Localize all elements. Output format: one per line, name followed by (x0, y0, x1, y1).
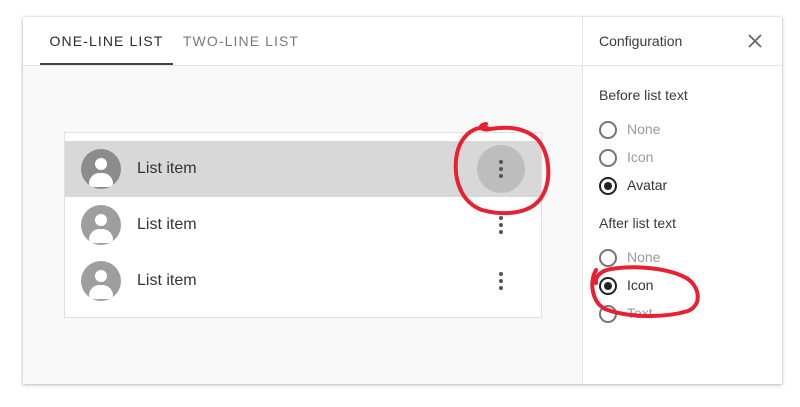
after-none-radio[interactable]: None (599, 246, 769, 270)
list-item[interactable]: List item (65, 197, 541, 253)
radio-label: Icon (627, 277, 654, 293)
after-text-radio[interactable]: Text (599, 302, 769, 326)
tab-label: ONE-LINE LIST (49, 33, 164, 49)
radio-label: Avatar (627, 177, 668, 193)
radio-label: Text (627, 305, 653, 321)
radio-button[interactable] (599, 249, 617, 267)
before-none-radio[interactable]: None (599, 118, 769, 142)
radio-button[interactable] (599, 277, 617, 295)
radio-button[interactable] (599, 305, 617, 323)
list-item-label: List item (137, 272, 197, 289)
list-item-label: List item (137, 216, 197, 233)
configuration-panel: Configuration Before list text None Icon… (582, 17, 782, 384)
active-tab-indicator (40, 63, 173, 65)
more-vert-icon[interactable] (477, 201, 525, 249)
after-list-text-heading: After list text (599, 215, 677, 231)
person-icon (81, 149, 121, 189)
demo-area: ONE-LINE LIST TWO-LINE LIST List item Li… (23, 17, 582, 384)
before-icon-radio[interactable]: Icon (599, 146, 769, 170)
radio-button[interactable] (599, 121, 617, 139)
list-item[interactable]: List item (65, 253, 541, 309)
more-vert-icon[interactable] (477, 257, 525, 305)
person-icon (81, 205, 121, 245)
tab-bar: ONE-LINE LIST TWO-LINE LIST (23, 17, 582, 66)
after-icon-radio[interactable]: Icon (599, 274, 769, 298)
list-item-label: List item (137, 160, 197, 177)
tab-two-line-list[interactable]: TWO-LINE LIST (173, 17, 309, 65)
radio-button[interactable] (599, 149, 617, 167)
close-icon[interactable] (743, 29, 767, 53)
radio-label: Icon (627, 149, 654, 165)
before-avatar-radio[interactable]: Avatar (599, 174, 769, 198)
list: List item List item List item (64, 132, 542, 318)
list-item[interactable]: List item (65, 141, 541, 197)
more-vert-icon[interactable] (477, 145, 525, 193)
before-list-text-heading: Before list text (599, 87, 688, 103)
tab-label: TWO-LINE LIST (182, 33, 300, 49)
radio-label: None (627, 121, 661, 137)
tab-one-line-list[interactable]: ONE-LINE LIST (40, 17, 173, 65)
radio-label: None (627, 249, 661, 265)
configuration-title: Configuration (599, 33, 683, 49)
configuration-header: Configuration (583, 17, 782, 66)
person-icon (81, 261, 121, 301)
list-demo-card: ONE-LINE LIST TWO-LINE LIST List item Li… (23, 17, 782, 384)
radio-button[interactable] (599, 177, 617, 195)
